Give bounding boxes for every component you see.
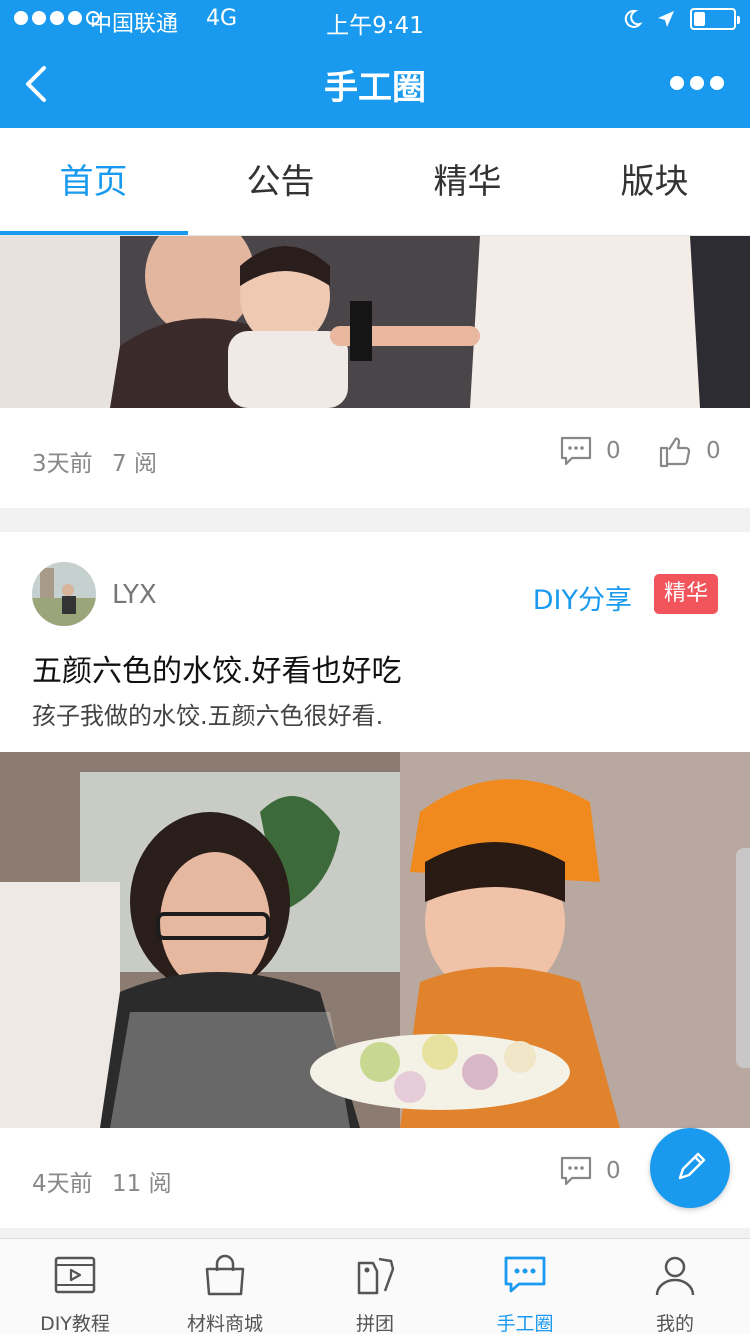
post-excerpt[interactable]: 孩子我做的水饺.五颜六色很好看. — [0, 688, 750, 752]
card-divider — [0, 508, 750, 532]
shopping-bag-icon — [205, 1254, 245, 1296]
featured-badge: 精华 — [654, 574, 718, 614]
tabbar-label: 材料商城 — [186, 1313, 263, 1334]
more-options-icon[interactable] — [670, 76, 724, 90]
compose-post-button[interactable] — [650, 1128, 730, 1208]
avatar[interactable] — [32, 562, 96, 626]
tabbar-item-craft-circle[interactable]: 手工圈 — [450, 1239, 600, 1334]
post-photo[interactable] — [0, 236, 750, 408]
comment-button[interactable]: 0 — [560, 1156, 621, 1186]
post-card[interactable]: 3天前 7 阅 0 0 — [0, 236, 750, 508]
post-meta: 3天前 7 阅 0 0 — [0, 408, 750, 508]
page-title: 手工圈 — [324, 68, 426, 108]
post-category[interactable]: DIY分享 — [533, 578, 632, 617]
tab-sections[interactable]: 版块 — [561, 128, 748, 236]
tabbar-label: 我的 — [655, 1313, 694, 1334]
user-icon — [655, 1256, 695, 1296]
post-feed[interactable]: 3天前 7 阅 0 0 LYX DIY分享 精华 五颜六色的水饺.好看也好吃 孩… — [0, 236, 750, 1238]
status-bar: 中国联通 4G 上午9:41 — [0, 0, 750, 40]
scroll-indicator — [736, 848, 750, 1068]
tabbar-label: 拼团 — [355, 1313, 394, 1334]
comment-icon — [560, 436, 592, 466]
post-card[interactable]: LYX DIY分享 精华 五颜六色的水饺.好看也好吃 孩子我做的水饺.五颜六色很… — [0, 532, 750, 1228]
post-time: 3天前 — [32, 451, 93, 477]
author-name[interactable]: LYX — [112, 580, 157, 610]
post-time: 4天前 — [32, 1171, 93, 1197]
post-read-count: 7 阅 — [112, 451, 157, 477]
tabbar-item-diy-tutorials[interactable]: DIY教程 — [0, 1239, 150, 1334]
post-title[interactable]: 五颜六色的水饺.好看也好吃 — [0, 632, 750, 689]
bottom-tab-bar: DIY教程 材料商城 拼团 手工圈 我的 — [0, 1238, 750, 1334]
tabbar-label: 手工圈 — [496, 1313, 554, 1334]
tab-bar-top: 首页 公告 精华 版块 — [0, 128, 750, 236]
tab-announcements[interactable]: 公告 — [187, 128, 374, 236]
moon-icon — [624, 9, 642, 28]
navigation-bar: 手工圈 — [0, 40, 750, 128]
thumbs-up-icon — [659, 437, 691, 468]
post-read-count: 11 阅 — [112, 1171, 172, 1197]
comment-count: 0 — [606, 438, 621, 464]
tabbar-item-me[interactable]: 我的 — [600, 1239, 750, 1334]
pencil-icon — [678, 1152, 706, 1180]
battery-icon — [690, 8, 740, 30]
post-image — [0, 236, 750, 408]
tabbar-label: DIY教程 — [40, 1313, 110, 1334]
tabbar-item-group-buy[interactable]: 拼团 — [300, 1239, 450, 1334]
top-bar: 中国联通 4G 上午9:41 手工圈 — [0, 0, 750, 128]
like-button[interactable]: 0 — [658, 434, 721, 468]
post-meta: 4天前 11 阅 0 — [0, 1128, 750, 1228]
post-image — [0, 752, 750, 1128]
comment-count: 0 — [606, 1158, 621, 1184]
location-arrow-icon — [658, 11, 674, 27]
tab-featured[interactable]: 精华 — [374, 128, 561, 236]
tab-home[interactable]: 首页 — [0, 128, 187, 236]
tab-active-indicator — [0, 231, 188, 235]
post-photo[interactable] — [0, 752, 750, 1128]
post-header: LYX DIY分享 精华 — [0, 532, 750, 632]
comment-icon — [560, 1156, 592, 1186]
tabbar-item-materials-store[interactable]: 材料商城 — [150, 1239, 300, 1334]
video-icon — [54, 1256, 96, 1294]
like-count: 0 — [706, 438, 721, 464]
comment-button[interactable]: 0 — [560, 436, 621, 466]
tags-icon — [357, 1257, 395, 1295]
chat-bubble-icon — [504, 1256, 546, 1293]
